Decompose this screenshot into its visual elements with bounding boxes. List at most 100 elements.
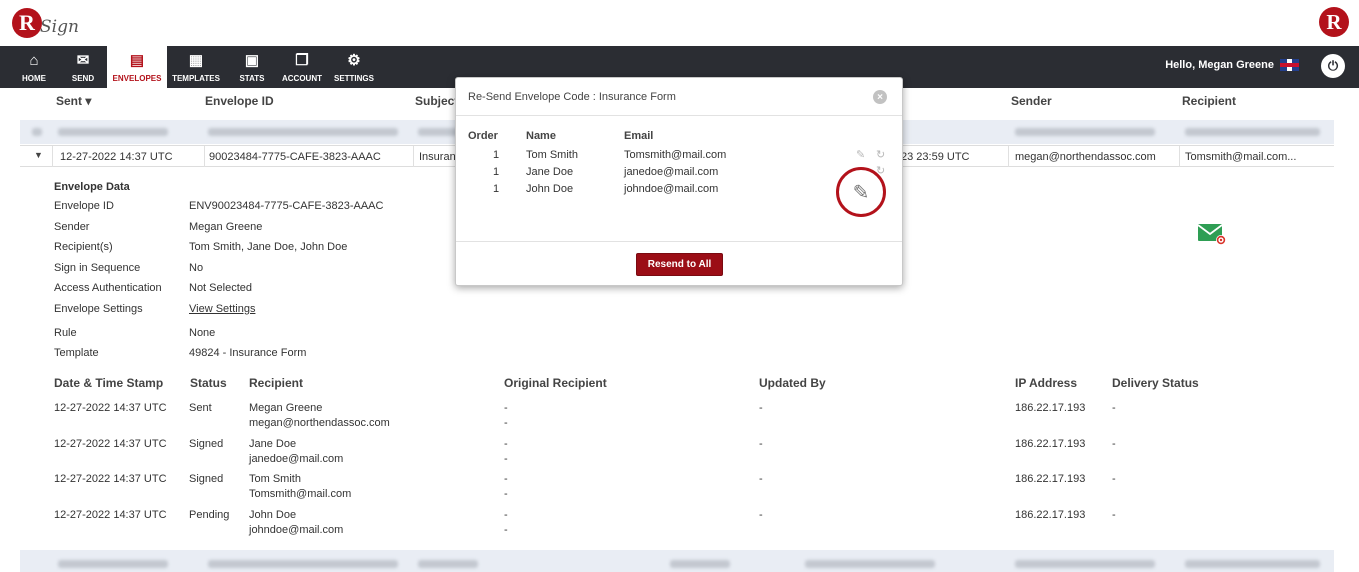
modal-name: Tom Smith	[526, 149, 578, 161]
templates-icon: ▦	[188, 52, 204, 69]
history-recipient-email: johndoe@mail.com	[249, 524, 344, 536]
field-value-recipients: Tom Smith, Jane Doe, John Doe	[189, 241, 348, 253]
field-value-access-auth: Not Selected	[189, 282, 252, 294]
history-col-original-recipient: Original Recipient	[504, 376, 607, 390]
modal-order: 1	[493, 149, 500, 161]
history-original: -	[504, 488, 508, 500]
account-icon: ❐	[295, 52, 309, 69]
resend-to-all-button[interactable]: Resend to All	[636, 253, 723, 276]
blurred-text	[208, 128, 398, 136]
history-col-delivery: Delivery Status	[1112, 376, 1199, 390]
modal-order: 1	[493, 183, 500, 195]
history-status: Signed	[189, 438, 224, 450]
table-row-blurred[interactable]	[20, 550, 1334, 572]
history-delivery: -	[1112, 509, 1116, 521]
modal-col-order: Order	[468, 130, 498, 142]
field-label-rule: Rule	[54, 327, 77, 339]
history-delivery: -	[1112, 473, 1116, 485]
field-label-sign-sequence: Sign in Sequence	[54, 262, 141, 274]
divider	[413, 146, 414, 167]
nav-send-label: SEND	[71, 74, 95, 83]
nav-settings[interactable]: ⚙ SETTINGS	[332, 46, 376, 88]
history-col-recipient: Recipient	[249, 376, 304, 390]
col-sent[interactable]: Sent ▾	[56, 94, 91, 108]
divider	[204, 146, 205, 167]
power-icon[interactable]: ⏻	[1321, 54, 1345, 78]
envelope-data-title: Envelope Data	[54, 181, 130, 193]
field-label-envelope-settings: Envelope Settings	[54, 303, 143, 315]
history-original: -	[504, 438, 508, 450]
collapse-caret-icon[interactable]: ▼	[34, 150, 43, 160]
history-recipient-name: Megan Greene	[249, 402, 323, 414]
history-original: -	[504, 402, 508, 414]
view-settings-link[interactable]: View Settings	[189, 303, 255, 315]
divider	[52, 146, 53, 167]
history-recipient-email: megan@northendassoc.com	[249, 417, 390, 429]
pencil-icon[interactable]: ✎	[853, 180, 870, 205]
refresh-icon[interactable]: ↻	[876, 148, 885, 161]
close-icon[interactable]: ×	[873, 90, 887, 104]
history-date: 12-27-2022 14:37 UTC	[54, 509, 167, 521]
blurred-text	[670, 560, 730, 568]
blurred-text	[1015, 560, 1155, 568]
logo-letter: R	[12, 8, 42, 38]
history-updated-by: -	[759, 473, 763, 485]
nav-envelopes[interactable]: ▤ ENVELOPES	[107, 46, 167, 88]
col-recipient[interactable]: Recipient	[1182, 94, 1236, 108]
row-sender: megan@northendassoc.com	[1015, 151, 1156, 163]
field-value-sender: Megan Greene	[189, 221, 263, 233]
history-status: Pending	[189, 509, 230, 521]
divider	[1008, 146, 1009, 167]
home-icon: ⌂	[29, 52, 39, 69]
divider	[1179, 146, 1180, 167]
history-recipient-name: Tom Smith	[249, 473, 301, 485]
greeting-text: Hello, Megan Greene	[1165, 59, 1274, 71]
nav-home[interactable]: ⌂ HOME	[12, 46, 56, 88]
history-original: -	[504, 453, 508, 465]
nav-account[interactable]: ❐ ACCOUNT	[279, 46, 325, 88]
col-envelope-id[interactable]: Envelope ID	[205, 94, 274, 108]
nav-home-label: HOME	[22, 74, 46, 83]
modal-col-email: Email	[624, 130, 654, 142]
nav-envelopes-label: ENVELOPES	[112, 74, 162, 83]
col-subject[interactable]: Subject	[415, 94, 458, 108]
user-greeting[interactable]: Hello, Megan Greene	[1165, 59, 1299, 71]
history-updated-by: -	[759, 438, 763, 450]
nav-stats-label: STATS	[239, 74, 265, 83]
history-original: -	[504, 417, 508, 429]
modal-footer: Resend to All	[456, 241, 902, 286]
field-value-template: 49824 - Insurance Form	[189, 347, 307, 359]
top-bar: R Sign R	[0, 0, 1359, 46]
uk-flag-icon[interactable]	[1280, 59, 1299, 71]
gear-icon: ⚙	[347, 52, 361, 69]
blurred-text	[58, 560, 168, 568]
blurred-text	[1015, 128, 1155, 136]
brand-logo: R	[1319, 7, 1349, 37]
pencil-highlight[interactable]: ✎	[836, 167, 886, 217]
nav-stats[interactable]: ▣ STATS	[230, 46, 274, 88]
history-recipient-name: John Doe	[249, 509, 297, 521]
row-expiry: 23 23:59 UTC	[901, 151, 970, 163]
field-label-recipients: Recipient(s)	[54, 241, 113, 253]
col-sender[interactable]: Sender	[1011, 94, 1052, 108]
blurred-text	[58, 128, 168, 136]
rsign-logo[interactable]: R Sign	[12, 6, 79, 40]
field-label-access-auth: Access Authentication	[54, 282, 162, 294]
nav-settings-label: SETTINGS	[333, 74, 374, 83]
history-original: -	[504, 473, 508, 485]
history-col-ip: IP Address	[1015, 376, 1078, 390]
nav-templates-label: TEMPLATES	[172, 74, 220, 83]
history-date: 12-27-2022 14:37 UTC	[54, 402, 167, 414]
row-subject: Insuran	[419, 151, 456, 163]
nav-templates[interactable]: ▦ TEMPLATES	[170, 46, 222, 88]
nav-send[interactable]: ✉ SEND	[62, 46, 104, 88]
resend-mail-icon[interactable]	[1197, 222, 1227, 246]
modal-email: johndoe@mail.com	[624, 183, 719, 195]
history-recipient-name: Jane Doe	[249, 438, 297, 450]
pencil-icon[interactable]: ✎	[856, 148, 865, 161]
blurred-text	[32, 128, 42, 136]
history-ip: 186.22.17.193	[1015, 473, 1086, 485]
history-original: -	[504, 509, 508, 521]
row-recipient: Tomsmith@mail.com...	[1185, 151, 1297, 163]
history-date: 12-27-2022 14:37 UTC	[54, 473, 167, 485]
